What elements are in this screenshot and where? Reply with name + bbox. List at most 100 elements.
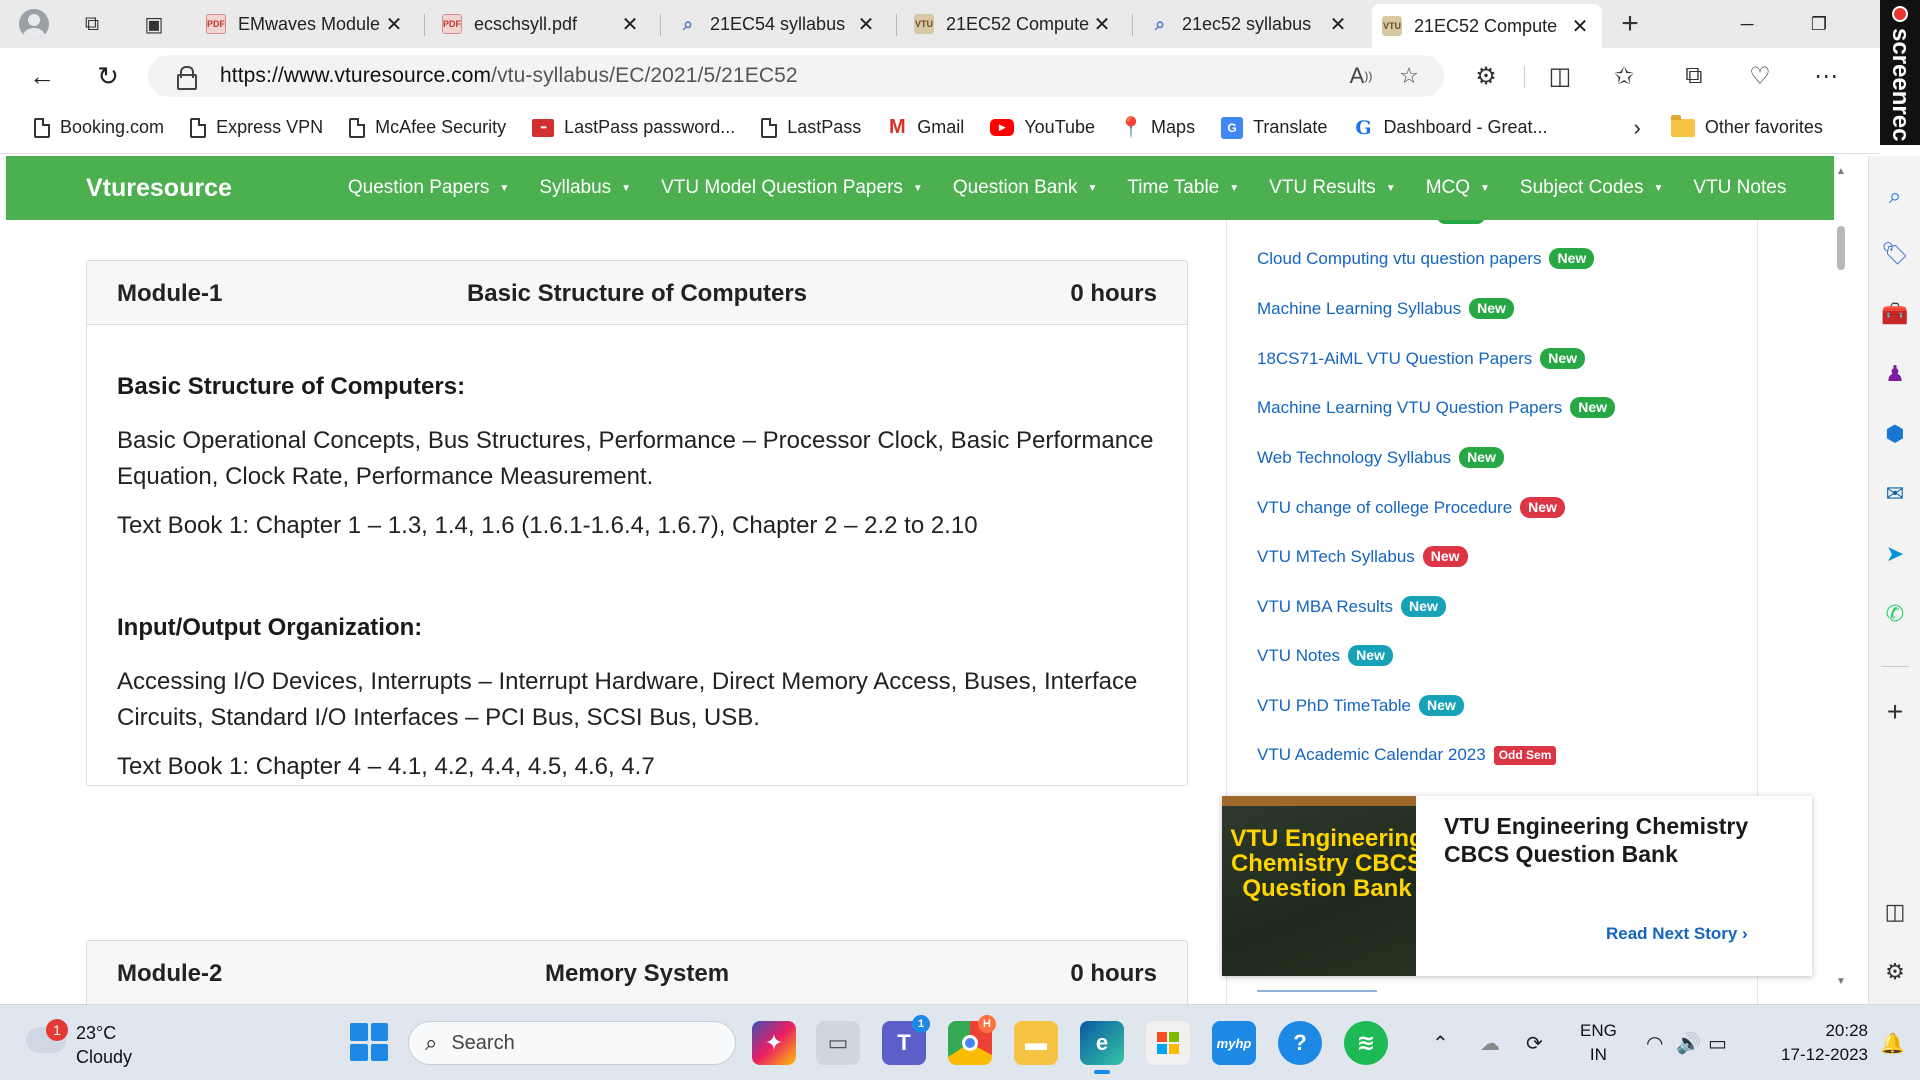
nav-item-subject-codes[interactable]: Subject Codes ▼ (1520, 177, 1663, 199)
settings-gear-icon[interactable]: ⚙ (1879, 956, 1911, 988)
copilot-icon[interactable]: ⬢ (1879, 418, 1911, 450)
myhp-icon[interactable]: myhp (1212, 1021, 1256, 1065)
whatsapp-icon[interactable]: ✆ (1879, 598, 1911, 630)
favorite-item[interactable]: M Gmail (887, 116, 964, 139)
favorites-icon[interactable]: ✩ (1604, 56, 1644, 96)
screenrec-widget[interactable]: screenrec (1880, 0, 1920, 145)
profile-button[interactable] (14, 4, 54, 44)
volume-icon[interactable]: 🔊 (1676, 1031, 1701, 1056)
shopping-tag-icon[interactable]: 🏷 (1879, 238, 1911, 270)
sidebar-link[interactable]: VTU PhD TimeTable New (1257, 695, 1464, 716)
vertical-tabs-icon[interactable]: ▣ (134, 4, 174, 44)
nav-item-vtu-results[interactable]: VTU Results ▼ (1269, 177, 1396, 199)
sidebar-link[interactable]: 18CS71-AiML VTU Question Papers New (1257, 348, 1586, 369)
nav-item-question-bank[interactable]: Question Bank ▼ (953, 177, 1098, 199)
refresh-icon[interactable]: ↻ (88, 56, 128, 96)
close-icon[interactable]: ✕ (1326, 12, 1350, 37)
chrome-icon[interactable]: H (948, 1015, 996, 1065)
favorite-item[interactable]: G Translate (1221, 116, 1327, 139)
read-next-ad-card[interactable]: VTU Engineering Chemistry CBCS Question … (1222, 796, 1812, 976)
spotify-icon[interactable]: ≋ (1344, 1021, 1388, 1065)
close-icon[interactable]: ✕ (854, 12, 878, 37)
close-icon[interactable]: ✕ (1568, 14, 1592, 39)
extensions-icon[interactable]: ⚙ (1466, 56, 1506, 96)
new-tab-button[interactable]: + (1612, 6, 1648, 42)
favorite-star-icon[interactable]: ☆ (1392, 59, 1426, 93)
clock[interactable]: 20:28 17-12-2023 (1758, 1019, 1868, 1067)
close-icon[interactable]: ✕ (618, 12, 642, 37)
taskbar-search-box[interactable]: ⌕ Search (408, 1021, 736, 1065)
toolbox-icon[interactable]: 🧰 (1879, 298, 1911, 330)
outlook-icon[interactable]: ✉ (1879, 478, 1911, 510)
drop-icon[interactable]: ➤ (1879, 538, 1911, 570)
browser-tab[interactable]: PDF ecschsyll.pdf ✕ (432, 6, 652, 42)
more-menu-icon[interactable]: ⋯ (1806, 56, 1846, 96)
favorite-item[interactable]: 📍 Maps (1119, 117, 1195, 139)
sidebar-link[interactable]: Cloud Computing vtu question papers New (1257, 248, 1595, 269)
edge-icon[interactable]: e (1080, 1021, 1124, 1074)
sidebar-link[interactable]: Machine Learning VTU Question Papers New (1257, 397, 1616, 418)
collections-icon[interactable]: ⧉ (1674, 56, 1714, 96)
nav-item-time-table[interactable]: Time Table ▼ (1127, 177, 1239, 199)
language-indicator[interactable]: ENG IN (1580, 1019, 1617, 1067)
weather-widget[interactable]: 1 23°C Cloudy (26, 1019, 196, 1069)
address-bar[interactable]: https://www.vturesource.com/vtu-syllabus… (148, 55, 1444, 97)
browser-tab-active[interactable]: VTU 21EC52 Compute ✕ (1372, 4, 1602, 48)
favorite-item[interactable]: G Dashboard - Great... (1353, 117, 1547, 139)
favorite-item[interactable]: McAfee Security (349, 117, 506, 138)
other-favorites[interactable]: Other favorites (1670, 114, 1823, 138)
chevron-up-icon[interactable]: ⌃ (1432, 1031, 1449, 1056)
nav-item-model-question-papers[interactable]: VTU Model Question Papers ▼ (661, 177, 923, 199)
url-text[interactable]: https://www.vturesource.com/vtu-syllabus… (220, 64, 798, 88)
scroll-up-arrow-icon[interactable]: ▲ (1836, 166, 1846, 177)
restore-icon[interactable]: ❐ (1786, 0, 1852, 48)
sidebar-link[interactable]: VTU change of college Procedure New (1257, 497, 1565, 518)
wifi-icon[interactable]: ◠ (1646, 1031, 1663, 1056)
sync-icon[interactable]: ⟳ (1526, 1031, 1543, 1056)
scrollbar-thumb[interactable] (1837, 226, 1845, 270)
browser-essentials-icon[interactable]: ♡ (1740, 56, 1780, 96)
copilot-preview-icon[interactable]: ✦ (752, 1021, 796, 1065)
notifications-bell-icon[interactable]: 🔔 (1880, 1031, 1905, 1056)
nav-item-syllabus[interactable]: Syllabus ▼ (539, 177, 631, 199)
minimize-icon[interactable]: ─ (1714, 0, 1780, 48)
split-screen-icon[interactable]: ◫ (1540, 56, 1580, 96)
add-icon[interactable]: + (1879, 696, 1911, 728)
sidebar-link[interactable]: VTU MTech Syllabus New (1257, 546, 1468, 567)
help-icon[interactable]: ? (1278, 1021, 1322, 1065)
site-logo[interactable]: Vturesource (86, 174, 232, 203)
close-icon[interactable]: ✕ (1090, 12, 1114, 37)
sidebar-link[interactable]: Machine Learning Syllabus New (1257, 298, 1514, 319)
scroll-down-arrow-icon[interactable]: ▼ (1836, 976, 1846, 987)
favorite-item[interactable]: LastPass (761, 117, 861, 138)
nav-item-vtu-notes[interactable]: VTU Notes (1693, 177, 1786, 199)
favorite-item[interactable]: ▶ YouTube (990, 117, 1095, 138)
sidebar-link[interactable]: Web Technology Syllabus New (1257, 447, 1504, 468)
favorite-item[interactable]: ••• LastPass password... (532, 117, 735, 138)
battery-icon[interactable]: ▭ (1708, 1031, 1727, 1056)
task-view-icon[interactable]: ▭ (816, 1021, 860, 1065)
nav-item-mcq[interactable]: MCQ ▼ (1426, 177, 1490, 199)
browser-tab[interactable]: ⌕ 21EC54 syllabus ✕ (668, 6, 888, 42)
favorites-overflow-chevron-icon[interactable]: › (1634, 115, 1641, 141)
read-next-story-link[interactable]: Read Next Story › (1606, 924, 1748, 944)
nav-item-question-papers[interactable]: Question Papers ▼ (348, 177, 509, 199)
sidebar-link[interactable]: VTU Academic Calendar 2023 Odd Sem (1257, 745, 1557, 765)
favorite-item[interactable]: Express VPN (190, 117, 323, 138)
browser-tab[interactable]: PDF EMwaves Module ✕ (196, 6, 416, 42)
lock-icon[interactable] (176, 65, 197, 90)
teams-icon[interactable]: T1 (882, 1015, 930, 1065)
sidebar-link[interactable]: VTU Notes New (1257, 645, 1393, 666)
games-icon[interactable]: ♟ (1879, 358, 1911, 390)
ad-thumbnail[interactable]: VTU Engineering Chemistry CBCS Question … (1222, 796, 1416, 976)
ad-title[interactable]: VTU Engineering Chemistry CBCS Question … (1444, 812, 1784, 868)
hide-sidebar-icon[interactable]: ◫ (1879, 896, 1911, 928)
page-scrollbar[interactable]: ▲ ▼ (1834, 156, 1848, 1004)
browser-tab[interactable]: VTU 21EC52 Compute ✕ (904, 6, 1124, 42)
store-icon[interactable] (1146, 1021, 1190, 1065)
sidebar-link[interactable]: VTU MBA Results New (1257, 596, 1446, 617)
close-icon[interactable]: ✕ (382, 12, 406, 37)
favorite-item[interactable]: Booking.com (34, 117, 164, 138)
file-explorer-icon[interactable]: ▬ (1014, 1021, 1058, 1065)
search-icon[interactable]: ⌕ (1879, 180, 1911, 212)
